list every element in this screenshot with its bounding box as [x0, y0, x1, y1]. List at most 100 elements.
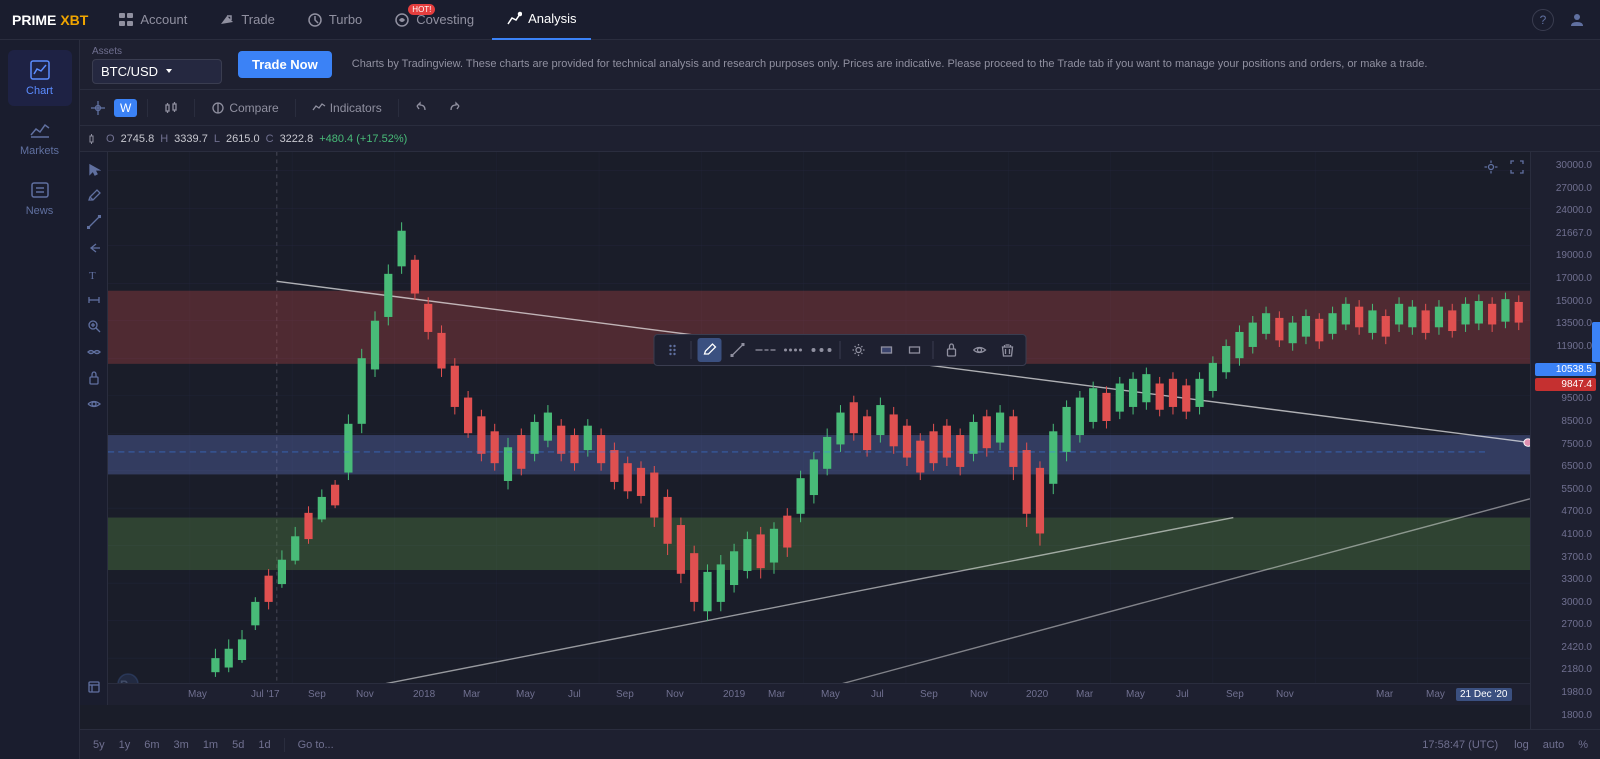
price-13500: 13500.0 — [1535, 318, 1596, 329]
draw-trash-btn[interactable] — [996, 338, 1020, 362]
nav-analysis[interactable]: Analysis — [492, 0, 590, 40]
tf-3m[interactable]: 3m — [169, 738, 194, 752]
price-5500: 5500.0 — [1535, 484, 1596, 495]
trade-now-button[interactable]: Trade Now — [238, 51, 332, 78]
percent-btn[interactable]: % — [1574, 738, 1592, 752]
time-jul2: Jul — [871, 689, 884, 700]
cursor-tool[interactable] — [84, 160, 104, 180]
svg-text:T: T — [89, 270, 96, 281]
draw-dots-btn[interactable] — [782, 338, 806, 362]
nav-account[interactable]: Account — [104, 0, 201, 40]
compare-label: Compare — [229, 101, 278, 115]
price-1980: 1980.0 — [1535, 687, 1596, 698]
price-21667: 21667.0 — [1535, 228, 1596, 239]
auto-btn[interactable]: auto — [1539, 738, 1568, 752]
draw-eye-icon — [973, 343, 987, 357]
log-auto-group: log auto % — [1510, 738, 1592, 752]
indicators-icon — [312, 101, 326, 115]
tf-1y[interactable]: 1y — [114, 738, 136, 752]
draw-pen-btn[interactable] — [698, 338, 722, 362]
draw-lock-btn[interactable] — [940, 338, 964, 362]
compare-icon — [211, 101, 225, 115]
nav-turbo-label: Turbo — [329, 12, 362, 27]
line-tool[interactable] — [84, 212, 104, 232]
timeframe-W[interactable]: W — [114, 99, 137, 117]
draw-gear-btn[interactable] — [847, 338, 871, 362]
draw-rect-stroke-btn[interactable] — [903, 338, 927, 362]
sidebar-item-news[interactable]: News — [8, 170, 72, 226]
draw-dots2-btn[interactable] — [810, 338, 834, 362]
draw-dash-btn[interactable] — [754, 338, 778, 362]
price-2420: 2420.0 — [1535, 642, 1596, 653]
goto-btn[interactable]: Go to... — [293, 738, 339, 752]
nav-turbo[interactable]: Turbo — [293, 0, 376, 40]
time-may2: May — [821, 689, 840, 700]
price-19000: 19000.0 — [1535, 250, 1596, 261]
chart-settings-btn[interactable] — [1480, 156, 1502, 178]
asset-selector[interactable]: BTC/USD — [92, 59, 222, 84]
pencil-tool[interactable] — [84, 186, 104, 206]
text-tool[interactable]: T — [84, 264, 104, 284]
back-arrow-tool[interactable] — [84, 238, 104, 258]
log-btn[interactable]: log — [1510, 738, 1533, 752]
account-icon — [118, 12, 134, 28]
measure-icon — [87, 293, 101, 307]
draw-eye-btn[interactable] — [968, 338, 992, 362]
compare-btn[interactable]: Compare — [205, 98, 284, 118]
selected-asset: BTC/USD — [101, 64, 158, 79]
help-icon[interactable]: ? — [1532, 9, 1554, 31]
sidebar-chart-label: Chart — [26, 85, 53, 97]
trade-icon — [219, 12, 235, 28]
price-highlight-10538: 10538.5 — [1535, 363, 1596, 376]
nav-trade-label: Trade — [241, 12, 274, 27]
chart-top-right — [1480, 156, 1528, 178]
grip-icon — [668, 343, 678, 357]
sidebar-news-label: News — [26, 205, 54, 217]
price-27000: 27000.0 — [1535, 183, 1596, 194]
line-icon — [87, 215, 101, 229]
price-7500: 7500.0 — [1535, 439, 1596, 450]
chart-area[interactable]: T — [80, 152, 1600, 729]
chart-fullscreen-btn[interactable] — [1506, 156, 1528, 178]
time-dec-highlight: 21 Dec '20 — [1456, 688, 1512, 701]
ohlc-change: +480.4 (+17.52%) — [319, 133, 407, 145]
bar-type-btn[interactable] — [158, 98, 184, 118]
draw-gear-icon — [852, 343, 866, 357]
tf-1m[interactable]: 1m — [198, 738, 223, 752]
time-sep3: Sep — [1226, 689, 1244, 700]
time-2019: 2019 — [723, 689, 745, 700]
lock-tool[interactable] — [84, 368, 104, 388]
toolbar-separator-4 — [398, 99, 399, 117]
tf-5d[interactable]: 5d — [227, 738, 249, 752]
eye-tool[interactable] — [84, 394, 104, 414]
tf-6m[interactable]: 6m — [139, 738, 164, 752]
fibonacci-tool[interactable] — [84, 342, 104, 362]
sidebar-item-chart[interactable]: Chart — [8, 50, 72, 106]
chart-settings-icon — [1484, 160, 1498, 174]
draw-rect-fill-btn[interactable] — [875, 338, 899, 362]
user-icon[interactable] — [1566, 9, 1588, 31]
measure-tool[interactable] — [84, 290, 104, 310]
sidebar-item-markets[interactable]: Markets — [8, 110, 72, 166]
price-8500: 8500.0 — [1535, 416, 1596, 427]
nav-trade[interactable]: Trade — [205, 0, 288, 40]
sidebar: Chart Markets News — [0, 40, 80, 759]
undo-btn[interactable] — [409, 98, 435, 118]
indicators-btn[interactable]: Indicators — [306, 98, 388, 118]
template-tool[interactable] — [84, 677, 104, 697]
time-mar3: Mar — [1076, 689, 1093, 700]
time-may3: May — [1126, 689, 1145, 700]
tf-1d[interactable]: 1d — [253, 738, 275, 752]
nav-covesting[interactable]: HOT! Covesting — [380, 0, 488, 40]
draw-line-btn[interactable] — [726, 338, 750, 362]
draw-dots2-icon — [812, 343, 832, 357]
crosshair-tool[interactable] — [88, 98, 108, 118]
info-text: Charts by Tradingview. These charts are … — [352, 56, 1588, 73]
redo-btn[interactable] — [441, 98, 467, 118]
draw-dots-icon — [784, 343, 804, 357]
tf-5y[interactable]: 5y — [88, 738, 110, 752]
markets-icon — [29, 119, 51, 141]
zoom-tool[interactable] — [84, 316, 104, 336]
redo-icon — [447, 101, 461, 115]
scroll-handle[interactable] — [1592, 322, 1600, 362]
